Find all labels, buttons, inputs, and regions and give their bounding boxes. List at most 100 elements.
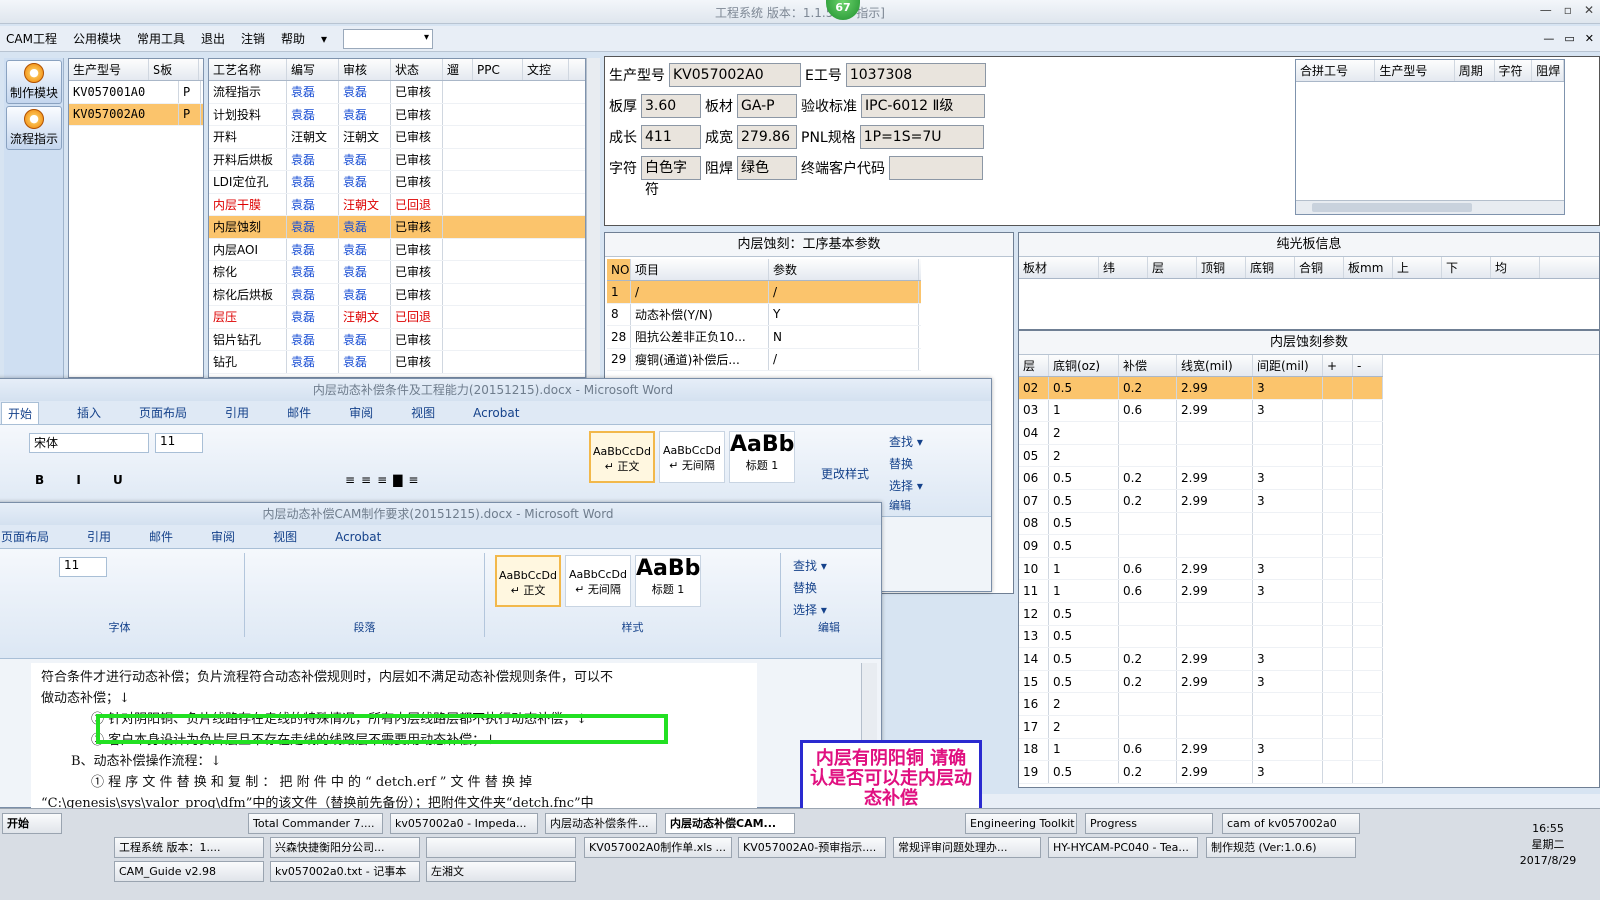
table-row[interactable]: 16 2 [1019, 693, 1383, 716]
replace-button[interactable]: 替换 [889, 453, 923, 475]
table-row[interactable]: 1// [607, 281, 921, 304]
col-header[interactable]: 遛 [443, 59, 473, 80]
restore-icon[interactable]: ▫ [1564, 3, 1572, 17]
table-row[interactable]: KV057002A0 P [69, 103, 203, 126]
tab-insert[interactable]: 插入 [77, 404, 101, 421]
table-row[interactable]: 层压 袁磊 汪朝文 已回退 [209, 306, 585, 329]
taskbar-button[interactable]: 工程系统 版本：1.... [114, 837, 264, 858]
tab-references[interactable]: 引用 [87, 528, 111, 545]
col-header[interactable]: 审核 [339, 59, 391, 80]
table-row[interactable]: 8 动态补偿(Y/N) Y [607, 303, 921, 326]
make-module-button[interactable]: ● 制作模块 [6, 60, 62, 104]
table-row[interactable]: LDI定位孔 袁磊 袁磊 已审核 [209, 171, 585, 194]
table-row[interactable]: 内层干膜 袁磊 汪朝文 已回退 [209, 193, 585, 216]
menu-cam[interactable]: CAM工程 [6, 30, 57, 47]
table-row[interactable]: 04 2 [1019, 422, 1383, 445]
table-row[interactable]: 开料 汪朝文 汪朝文 已审核 [209, 126, 585, 149]
table-row[interactable]: 开料后烘板 袁磊 袁磊 已审核 [209, 148, 585, 171]
menu-exit[interactable]: 退出 [201, 30, 225, 47]
style-normal[interactable]: AaBbCcDd ↵ 正文 [589, 431, 655, 483]
format-buttons[interactable]: B I U [35, 473, 137, 487]
col-header[interactable]: - [1353, 355, 1383, 376]
table-row[interactable]: 29 瘦铜(通道)补偿后... / [607, 348, 921, 371]
taskbar-button[interactable]: cam of kv057002a0 [1222, 813, 1360, 834]
table-row[interactable]: 03 1 0.6 2.99 3 [1019, 399, 1383, 423]
taskbar-button[interactable]: Total Commander 7.... [248, 813, 383, 834]
taskbar-button[interactable]: 常规评审问题处理办... [893, 837, 1041, 858]
col-header[interactable]: 线宽(mil) [1177, 355, 1253, 376]
col-header[interactable]: 底铜 [1246, 257, 1295, 278]
table-row[interactable]: 18 1 0.6 2.99 3 [1019, 738, 1383, 762]
tab-layout[interactable]: 页面布局 [139, 404, 187, 421]
col-header[interactable]: 文控 [523, 59, 569, 80]
table-row[interactable]: 铝片钻孔 袁磊 袁磊 已审核 [209, 328, 585, 351]
window-controls[interactable]: — ▫ ✕ [1540, 3, 1594, 17]
legend-field[interactable]: 白色字符 [641, 156, 701, 198]
table-row[interactable]: KV057001A0 P [69, 81, 203, 104]
taskbar-button[interactable]: 内层动态补偿条件... [545, 813, 657, 834]
style-nospacing[interactable]: AaBbCcDd ↵ 无间隔 [659, 431, 725, 483]
minimize-icon[interactable]: — [1540, 3, 1552, 17]
tab-view[interactable]: 视图 [273, 528, 297, 545]
col-header[interactable]: 下 [1442, 257, 1491, 278]
table-row[interactable]: 钻孔 袁磊 袁磊 已审核 [209, 351, 585, 374]
col-header[interactable]: 板mm [1344, 257, 1393, 278]
taskbar-button[interactable]: 左湘文 [426, 861, 576, 882]
table-row[interactable]: 棕化 袁磊 袁磊 已审核 [209, 261, 585, 284]
col-header[interactable]: 生产型号 [69, 59, 149, 80]
col-header[interactable]: 编写 [287, 59, 339, 80]
find-button[interactable]: 查找 ▾ [889, 431, 923, 453]
table-row[interactable]: 11 1 0.6 2.99 3 [1019, 580, 1383, 603]
table-row[interactable]: 流程指示 袁磊 袁磊 已审核 [209, 81, 585, 104]
tab-mailings[interactable]: 邮件 [149, 528, 173, 545]
col-header[interactable]: 上 [1393, 257, 1442, 278]
col-header[interactable]: 层 [1148, 257, 1197, 278]
col-header[interactable]: 均 [1491, 257, 1540, 278]
table-row[interactable]: 10 1 0.6 2.99 3 [1019, 557, 1383, 581]
col-header[interactable]: S板 [149, 59, 199, 80]
font-name-select[interactable]: 宋体 [29, 433, 149, 453]
table-row[interactable]: 内层蚀刻 袁磊 袁磊 已审核 [209, 216, 585, 239]
menu-logout[interactable]: 注销 [241, 30, 265, 47]
taskbar-button[interactable]: kv057002a0 - Impeda... [390, 813, 538, 834]
col-header[interactable]: + [1323, 355, 1353, 376]
taskbar-button[interactable]: 内层动态补偿CAM... [665, 813, 795, 834]
mask-field[interactable]: 绿色 [737, 156, 797, 180]
tab-view[interactable]: 视图 [411, 404, 435, 421]
col-header[interactable]: 合铜 [1295, 257, 1344, 278]
font-size-select[interactable]: 11 [155, 433, 203, 453]
menu-help[interactable]: 帮助 [281, 30, 305, 47]
table-row[interactable]: 02 0.5 0.2 2.99 3 [1019, 377, 1383, 400]
taskbar-button[interactable]: Progress [1085, 813, 1213, 834]
taskbar-button[interactable]: HY-HYCAM-PC040 - Tea... [1048, 837, 1198, 858]
horizontal-scrollbar[interactable] [1296, 200, 1564, 214]
select-button[interactable]: 选择 ▾ [889, 475, 923, 497]
table-row[interactable]: 17 2 [1019, 715, 1383, 739]
col-header[interactable]: 顶铜 [1197, 257, 1246, 278]
col-header[interactable]: 层 [1019, 355, 1049, 376]
col-header[interactable]: 底铜(oz) [1049, 355, 1119, 376]
taskbar-button[interactable]: CAM_Guide v2.98 [114, 861, 264, 882]
menu-combo[interactable] [343, 28, 434, 49]
model-field[interactable]: KV057002A0 [669, 63, 801, 87]
taskbar-button[interactable]: 制作规范 (Ver:1.0.6) [1206, 837, 1356, 858]
col-header[interactable]: 补偿 [1119, 355, 1177, 376]
vertical-scrollbar[interactable] [586, 58, 600, 378]
length-field[interactable]: 411 [641, 125, 701, 149]
process-button[interactable]: ● 流程指示 [6, 106, 62, 150]
table-row[interactable]: 计划投料 袁磊 袁磊 已审核 [209, 103, 585, 126]
tab-layout[interactable]: 页面布局 [1, 528, 49, 545]
table-row[interactable]: 14 0.5 0.2 2.99 3 [1019, 648, 1383, 671]
start-button[interactable]: 开始 [2, 813, 62, 834]
table-row[interactable]: 12 0.5 [1019, 602, 1383, 626]
tab-mailings[interactable]: 邮件 [287, 404, 311, 421]
e-number-field[interactable]: 1037308 [845, 63, 986, 87]
taskbar-button[interactable]: KV057002A0制作单.xls ... [584, 837, 732, 858]
paragraph-buttons[interactable]: ≡≡≡▇≡ [345, 473, 424, 487]
col-header[interactable]: PPC [473, 59, 523, 80]
taskbar-button[interactable]: kv057002a0.txt - 记事本 [270, 861, 420, 882]
material-field[interactable]: GA-P [737, 94, 797, 118]
table-row[interactable]: 07 0.5 0.2 2.99 3 [1019, 489, 1383, 513]
style-heading1[interactable]: AaBb 标题 1 [729, 431, 795, 483]
tab-review[interactable]: 审阅 [211, 528, 235, 545]
